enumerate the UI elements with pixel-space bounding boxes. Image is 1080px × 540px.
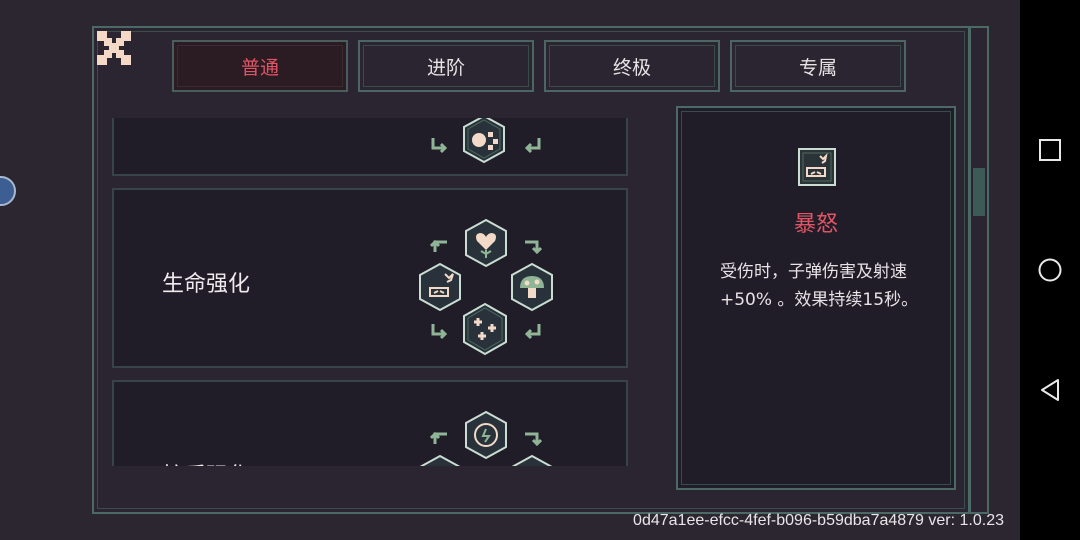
rage-cloud-icon <box>798 148 836 186</box>
build-version-label: 0d47a1ee-efcc-4fef-b096-b59dba7a4879 ver… <box>633 512 1004 529</box>
tab-label: 终极 <box>612 56 651 79</box>
system-navigation-bar <box>1020 0 1080 540</box>
tab-ultimate[interactable]: 终极 <box>544 40 720 92</box>
heart-flower-icon[interactable] <box>464 218 508 268</box>
close-icon[interactable] <box>95 29 133 67</box>
arrow-up-left-icon <box>429 428 450 448</box>
tab-normal[interactable]: 普通 <box>172 40 348 92</box>
scrollbar-track[interactable] <box>969 26 989 514</box>
tab-exclusive[interactable]: 专属 <box>730 40 906 92</box>
arrow-up-right-icon <box>522 428 543 448</box>
mushroom-icon[interactable] <box>510 262 554 312</box>
tab-label: 专属 <box>798 56 837 79</box>
skill-node-icon[interactable] <box>510 454 554 466</box>
square-icon[interactable] <box>1020 120 1080 180</box>
arrow-right-icon <box>430 136 450 156</box>
arrow-left-icon <box>522 136 542 156</box>
floating-assistant-bubble[interactable] <box>0 176 16 206</box>
clock-icon[interactable] <box>464 410 508 460</box>
rage-cloud-icon[interactable] <box>418 262 462 312</box>
game-screen: 普通 进阶 终极 专属 生命强化 暴怒 受伤时，子弹伤害及射速 +50% 。效果… <box>0 0 1020 540</box>
card-title: 生命强化 <box>162 272 251 297</box>
skill-name: 暴怒 <box>793 212 838 237</box>
skill-description: 受伤时，子弹伤害及射速 +50% 。效果持续15秒。 <box>720 262 919 310</box>
tab-advanced[interactable]: 进阶 <box>358 40 534 92</box>
skill-tree-list[interactable]: 生命强化 <box>112 118 630 466</box>
tab-label: 普通 <box>240 56 279 79</box>
skill-detail-panel: 暴怒 受伤时，子弹伤害及射速 +50% 。效果持续15秒。 <box>676 106 956 490</box>
sparkle-icon[interactable] <box>462 302 508 356</box>
skill-card: 护盾强化 <box>112 380 628 466</box>
arrow-up-left-icon <box>429 236 450 256</box>
circle-icon[interactable] <box>1020 240 1080 300</box>
arrow-down-left-icon <box>522 322 542 342</box>
sparkle-icon[interactable] <box>462 118 506 164</box>
skill-card <box>112 118 628 176</box>
arrow-up-right-icon <box>522 236 543 256</box>
triangle-back-icon[interactable] <box>1020 360 1080 420</box>
arrow-down-right-icon <box>430 322 450 342</box>
skill-node-icon[interactable] <box>418 454 462 466</box>
tab-label: 进阶 <box>426 56 465 79</box>
skill-card: 生命强化 <box>112 188 628 368</box>
scrollbar-thumb[interactable] <box>973 168 985 216</box>
card-title: 护盾强化 <box>162 458 250 466</box>
